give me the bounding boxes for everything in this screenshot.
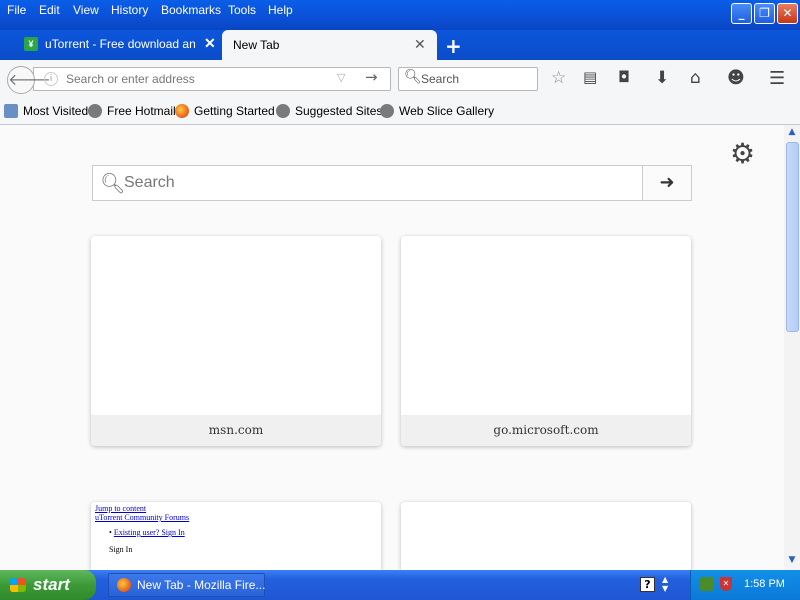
menu-edit[interactable]: Edit [39,3,60,17]
newtab-search-go-button[interactable]: ➜ [642,166,691,200]
arrow-right-icon: ➜ [659,172,675,193]
search-input[interactable] [421,69,531,89]
taskbar-window-button[interactable]: New Tab - Mozilla Fire... [108,573,265,597]
windows-logo-icon [10,578,26,592]
info-icon[interactable]: i [44,72,58,86]
restore-button[interactable]: ❐ [754,3,775,24]
security-shield-icon[interactable]: ✕ [720,577,732,591]
bookmark-suggested-sites[interactable]: Suggested Sites [276,104,382,118]
menu-icon[interactable]: ☰ [769,68,785,89]
tab-title: New Tab [233,38,280,52]
tab-close-button[interactable]: ✕ [204,35,216,52]
menu-tools[interactable]: Tools [228,3,256,17]
back-button[interactable]: 🡐 [7,66,51,94]
bookmark-most-visited[interactable]: Most Visited [4,104,88,118]
gear-icon[interactable]: ⚙ [730,137,755,170]
clock: 1:58 PM [744,578,785,590]
top-site-tile[interactable]: go.microsoft.com [401,236,691,446]
bookmark-star-icon[interactable]: ☆ [551,68,566,88]
dropdown-icon[interactable]: ▽ [337,71,345,84]
globe-icon [380,104,394,118]
globe-icon [88,104,102,118]
globe-icon [276,104,290,118]
firefox-icon [117,578,131,592]
newtab-search-input[interactable] [124,170,624,196]
tab-close-button[interactable]: ✕ [414,36,426,53]
menu-view[interactable]: View [73,3,99,17]
menu-file[interactable]: File [7,3,26,17]
top-site-tile[interactable]: msn.com [91,236,381,446]
pocket-icon[interactable]: ◘ [618,68,630,86]
scroll-down-icon[interactable]: ▼ [785,555,799,569]
tile-label: go.microsoft.com [401,415,691,446]
utorrent-icon: ¥ [24,37,38,51]
bookmark-web-slice-gallery[interactable]: Web Slice Gallery [380,104,494,118]
top-site-tile[interactable] [401,502,691,570]
search-icon: 🔍︎ [404,69,422,85]
network-icon[interactable] [700,577,714,591]
menu-history[interactable]: History [111,3,148,17]
smiley-icon[interactable]: ☻ [727,68,745,88]
scroll-up-icon[interactable]: ▲ [785,127,799,141]
close-window-button[interactable]: ✕ [777,3,798,24]
top-site-tile[interactable]: Jump to content uTorrent Community Forum… [91,502,381,570]
tab-utorrent[interactable]: ¥ uTorrent - Free download an... ✕ [18,30,223,60]
reading-list-icon[interactable]: ▤ [583,68,597,86]
tray-expand-icon[interactable]: ▲ ▼ [662,575,668,593]
bookmark-getting-started[interactable]: Getting Started [175,104,275,118]
new-tab-button[interactable]: + [445,34,462,58]
tile-thumbnail: Jump to content uTorrent Community Forum… [95,504,190,554]
tab-new-tab[interactable]: New Tab ✕ [222,30,437,60]
download-icon[interactable]: ⬇ [655,68,669,88]
start-button[interactable]: start [0,570,96,600]
scroll-thumb[interactable] [786,142,799,332]
menu-help[interactable]: Help [268,3,293,17]
search-icon: 🔍︎ [100,171,126,195]
home-icon[interactable]: ⌂ [690,68,701,88]
go-icon[interactable]: → [365,68,378,86]
bookmark-free-hotmail[interactable]: Free Hotmail [88,104,176,118]
tab-title: uTorrent - Free download an... [45,37,195,51]
tile-label: msn.com [91,415,381,446]
menu-bookmarks[interactable]: Bookmarks [161,3,221,17]
url-input[interactable] [66,69,326,89]
most-visited-icon [4,104,18,118]
minimize-button[interactable]: _ [731,3,752,24]
firefox-icon [175,104,189,118]
help-icon[interactable]: ? [640,577,655,592]
